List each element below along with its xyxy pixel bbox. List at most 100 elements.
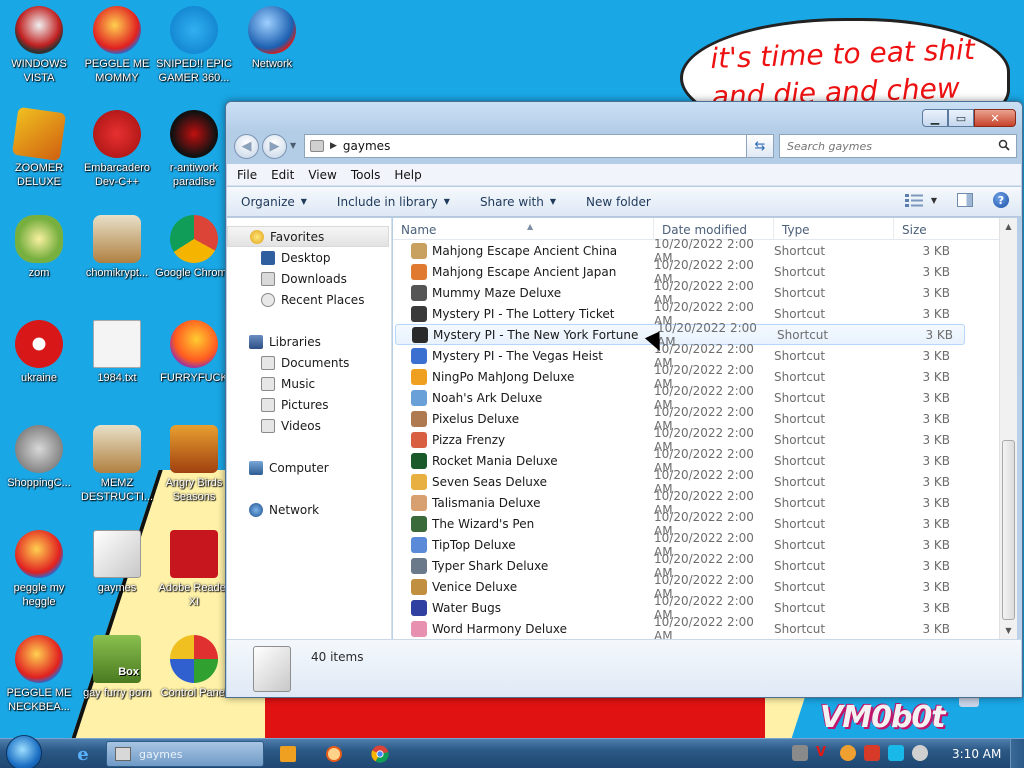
nav-music[interactable]: Music [227, 373, 391, 394]
nav-desktop[interactable]: Desktop [227, 247, 391, 268]
organize-label: Organize [241, 194, 295, 209]
shortcut-icon [411, 578, 427, 595]
scroll-thumb[interactable] [1002, 440, 1015, 620]
taskbar-internet-explorer[interactable]: e [68, 741, 98, 767]
start-button[interactable] [6, 735, 42, 768]
desktop-icon-windows-vista[interactable]: WINDOWS VISTA [0, 6, 78, 85]
refresh-button[interactable]: ⇆ [746, 134, 774, 158]
desktop-icon-furryfuck[interactable]: FURRYFUCK [155, 320, 233, 385]
desktop-icon-angry-birds-seasons[interactable]: Angry Birds Seasons [155, 425, 233, 504]
desktop-icon-ukraine[interactable]: ukraine [0, 320, 78, 385]
file-name: Typer Shark Deluxe [432, 558, 549, 573]
tray-search-icon[interactable] [840, 745, 856, 761]
file-type: Shortcut [774, 474, 826, 489]
menu-help[interactable]: Help [394, 168, 421, 182]
desktop-icon-peggle-me-mommy[interactable]: PEGGLE ME MOMMY [78, 6, 156, 85]
file-row[interactable]: Word Harmony Deluxe 10/20/2022 2:00 AM Sho… [393, 615, 999, 639]
tray-app-icon[interactable] [792, 745, 808, 761]
tray-volume-icon[interactable] [912, 745, 928, 761]
desktop-icon-embarcadero-dev-c[interactable]: Embarcadero Dev-C++ [78, 110, 156, 189]
box-icon-text: Box [118, 666, 139, 678]
search-input[interactable] [780, 135, 980, 157]
scroll-down-icon[interactable]: ▼ [1000, 622, 1017, 639]
show-desktop-button[interactable] [1010, 739, 1024, 768]
desktop-icon-label: ShoppingC... [7, 477, 71, 489]
column-size[interactable]: Size [894, 218, 969, 240]
preview-pane-icon[interactable] [957, 193, 973, 207]
nav-network[interactable]: Network [227, 499, 391, 520]
desktop-icon-zom[interactable]: zom [0, 215, 78, 280]
recent-pages-chevron-icon[interactable]: ▼ [290, 141, 296, 150]
nav-libraries[interactable]: Libraries [227, 331, 391, 352]
clock[interactable]: 3:10 AM [952, 747, 1001, 761]
taskbar-chrome[interactable] [368, 741, 392, 767]
desktop-icon-shoppingc[interactable]: ShoppingC... [0, 425, 78, 490]
desktop-icon-gaymes[interactable]: gaymes [78, 530, 156, 595]
internet-explorer-icon: e [77, 743, 89, 765]
taskbar-explorer-window[interactable]: gaymes [106, 741, 264, 767]
minimize-button[interactable]: ▁ [922, 109, 948, 127]
angry-birds-icon [170, 425, 218, 473]
desktop-icon-chomikrypt[interactable]: chomikrypt... [78, 215, 156, 280]
desktop-icon-zoomer-deluxe[interactable]: ZOOMER DELUXE [0, 106, 78, 189]
nav-recent-places[interactable]: Recent Places [227, 289, 391, 310]
forward-button[interactable]: ▶ [262, 134, 287, 159]
nav-documents[interactable]: Documents [227, 352, 391, 373]
column-name[interactable]: ▲ Name [393, 218, 654, 240]
documents-icon [261, 355, 275, 370]
search-box[interactable] [779, 134, 1017, 158]
desktop-icon-peggle-me-neckbea[interactable]: PEGGLE ME NECKBEA... [0, 635, 78, 714]
organize-button[interactable]: Organize ▼ [241, 195, 307, 209]
nav-videos[interactable]: Videos [227, 415, 391, 436]
nav-favorites[interactable]: Favorites [227, 226, 389, 247]
nav-pictures[interactable]: Pictures [227, 394, 391, 415]
desktop-icon-r-antiwork-paradise[interactable]: r-antiwork paradise [155, 110, 233, 189]
taskbar-media-player[interactable] [276, 741, 300, 767]
menu-edit[interactable]: Edit [271, 168, 294, 182]
vista-ball-icon [15, 6, 63, 54]
breadcrumb-current[interactable]: gaymes [343, 139, 390, 153]
change-view-icon[interactable] [904, 193, 923, 207]
share-with-button[interactable]: Share with ▼ [480, 195, 556, 209]
peggle-icon [93, 6, 141, 54]
desktop-icon-1984-txt[interactable]: 1984.txt [78, 320, 156, 385]
nav-downloads[interactable]: Downloads [227, 268, 391, 289]
close-button[interactable]: ✕ [974, 109, 1016, 127]
explorer-window[interactable]: ▁ ▭ ✕ ◀ ▶ ▼ ▶ gaymes ▼ ⇆ [225, 101, 1023, 698]
desktop-icon-gay-furry-porn[interactable]: Box gay furry porn [78, 635, 156, 700]
back-button[interactable]: ◀ [234, 134, 259, 159]
menu-file[interactable]: File [237, 168, 257, 182]
file-name: Pixelus Deluxe [432, 411, 520, 426]
desktop-icon-google-chrome[interactable]: Google Chrome [155, 215, 233, 280]
new-folder-button[interactable]: New folder [586, 195, 651, 209]
desktop-icon-peggle-my-heggle[interactable]: peggle my heggle [0, 530, 78, 609]
tray-display-icon[interactable] [888, 745, 904, 761]
maximize-button[interactable]: ▭ [948, 109, 974, 127]
desktop-icon-control-panel[interactable]: Control Panel [155, 635, 233, 700]
vertical-scrollbar[interactable]: ▲ ▼ [999, 218, 1017, 639]
address-bar[interactable]: ▶ gaymes ▼ [304, 134, 774, 158]
tray-flag-icon[interactable] [864, 745, 880, 761]
desktop-icon-adobe-reader-xi[interactable]: Adobe Reader XI [155, 530, 233, 609]
file-type: Shortcut [774, 411, 826, 426]
flash-icon [15, 425, 63, 473]
column-type[interactable]: Type [774, 218, 894, 240]
scroll-up-icon[interactable]: ▲ [1000, 218, 1017, 235]
network-icon [249, 502, 263, 517]
file-name: Mystery PI - The Vegas Heist [432, 348, 603, 363]
chevron-down-icon: ▼ [443, 197, 450, 206]
desktop-icon-memz-destructi[interactable]: MEMZ DESTRUCTI... [78, 425, 156, 504]
breadcrumb-chevron-icon[interactable]: ▶ [330, 141, 337, 151]
menu-tools[interactable]: Tools [351, 168, 381, 182]
desktop-icon-network[interactable]: Network [233, 6, 311, 71]
nav-computer[interactable]: Computer [227, 457, 391, 478]
taskbar-paint[interactable] [322, 741, 346, 767]
menu-view[interactable]: View [308, 168, 336, 182]
search-icon[interactable] [998, 139, 1010, 151]
view-options-chevron-icon[interactable]: ▼ [931, 196, 937, 205]
tray-v-icon[interactable]: V [816, 745, 832, 761]
desktop-icon-sniped-epic-gamer-360[interactable]: SNIPED!! EPIC GAMER 360... [155, 6, 233, 85]
include-in-library-button[interactable]: Include in library ▼ [337, 195, 450, 209]
videos-icon [261, 418, 275, 433]
help-icon[interactable]: ? [993, 192, 1009, 208]
